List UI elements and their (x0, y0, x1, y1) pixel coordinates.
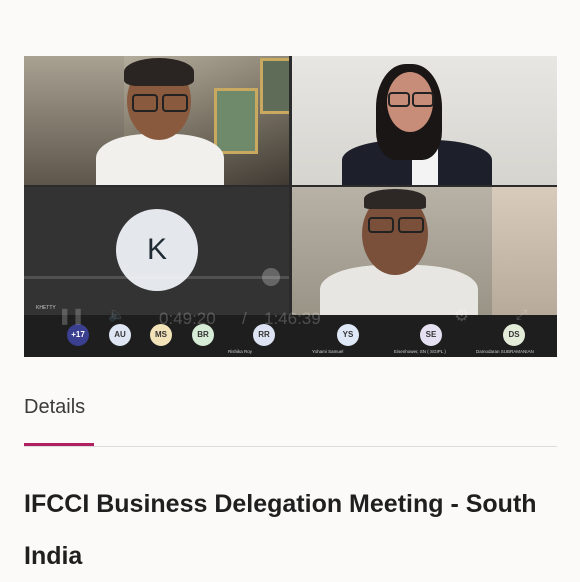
seek-handle[interactable] (262, 268, 280, 286)
participant-name: KHETTY (36, 305, 56, 311)
expand-icon[interactable]: ⤢ (516, 306, 527, 323)
tab-divider (24, 446, 557, 447)
participant-chip[interactable]: DS (503, 324, 525, 346)
wall-picture (214, 88, 258, 154)
duration: 1:46:39 (264, 309, 321, 328)
participant-body (96, 134, 224, 185)
participant-name: Yohami Samuel (312, 349, 344, 354)
video-tile-participant-2 (292, 56, 557, 185)
time-separator: / (242, 309, 247, 328)
participant-overflow-chip[interactable]: +17 (67, 324, 89, 346)
participant-chip[interactable]: YS (337, 324, 359, 346)
glasses (388, 92, 410, 107)
glasses (412, 92, 434, 107)
page-title: IFCCI Business Delegation Meeting - Sout… (24, 490, 537, 570)
wall-picture (260, 58, 289, 114)
tab-active-indicator (24, 443, 94, 446)
participant-hair (124, 58, 194, 86)
participant-chip[interactable]: SE (420, 324, 442, 346)
room-background (492, 187, 557, 315)
participant-name: Damodaran SUBRAMANIAN (476, 349, 534, 354)
seek-bar[interactable] (24, 276, 289, 279)
participant-name: Rishika Roy (228, 349, 253, 354)
participant-chip[interactable]: AU (109, 324, 131, 346)
current-time: 0:49:20 (159, 309, 216, 328)
pause-icon[interactable]: ❚❚ (58, 306, 85, 326)
video-player[interactable]: K KHETTY +17 AU MS BR RR Rishika Roy YS … (24, 56, 557, 357)
glasses (132, 94, 158, 112)
video-tile-participant-3 (292, 187, 557, 315)
video-tile-avatar: K KHETTY (24, 187, 289, 315)
glasses (162, 94, 188, 112)
volume-icon[interactable]: 🔈 (108, 306, 125, 323)
tab-details[interactable]: Details (24, 396, 85, 419)
glasses (398, 217, 424, 233)
video-tile-participant-1 (24, 56, 289, 185)
participant-hair (364, 189, 426, 209)
participant-name: Eisenhower, SN ( SGIPL ) (394, 349, 446, 354)
gear-icon[interactable]: ⚙ (454, 306, 469, 326)
glasses (368, 217, 394, 233)
